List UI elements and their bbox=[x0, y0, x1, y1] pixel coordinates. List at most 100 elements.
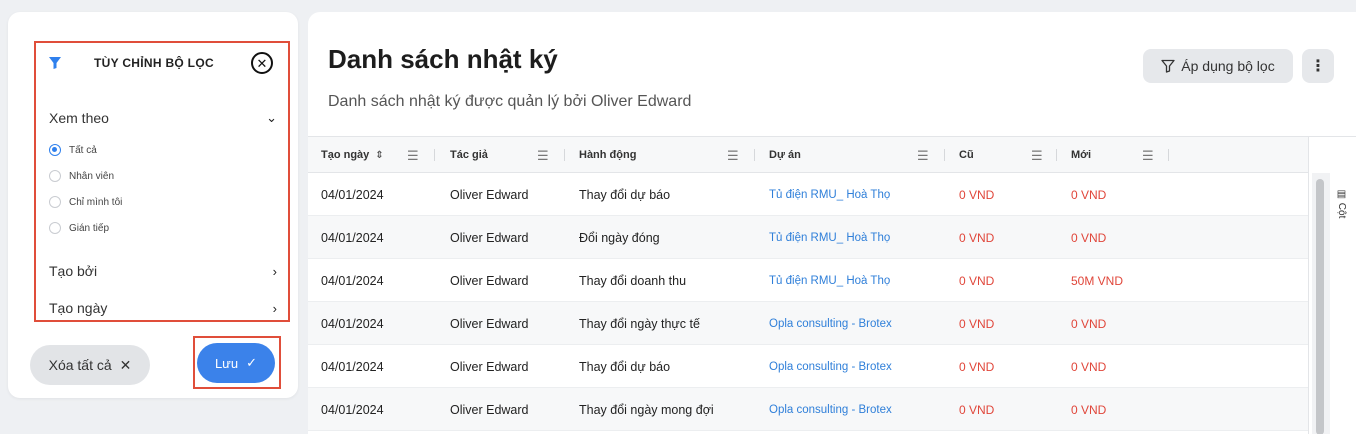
radio-label: Nhân viên bbox=[69, 170, 115, 182]
cell-action: Thay đổi doanh thu bbox=[579, 273, 687, 288]
cell-created-date: 04/01/2024 bbox=[321, 402, 384, 417]
apply-filter-label: Áp dụng bộ lọc bbox=[1181, 58, 1275, 74]
radio-label: Chỉ mình tôi bbox=[69, 196, 123, 208]
cell-author: Oliver Edward bbox=[450, 187, 529, 202]
column-separator bbox=[564, 149, 565, 161]
column-separator bbox=[944, 149, 945, 161]
created-date-section[interactable]: Tạo ngày › bbox=[49, 298, 277, 318]
column-menu-icon[interactable]: ☰ bbox=[727, 148, 739, 164]
column-menu-icon[interactable]: ☰ bbox=[1142, 148, 1154, 164]
scrollbar-thumb[interactable] bbox=[1316, 179, 1324, 434]
cell-old-value: 0 VND bbox=[959, 230, 995, 245]
table-row[interactable]: 04/01/2024 Oliver Edward Thay đổi ngày m… bbox=[308, 388, 1308, 431]
cell-old-value: 0 VND bbox=[959, 359, 995, 374]
radio-icon bbox=[49, 170, 61, 182]
cell-old-value: 0 VND bbox=[959, 273, 995, 288]
cell-project-link[interactable]: Tủ điện RMU_ Hoà Thọ bbox=[769, 216, 890, 259]
cell-project-link[interactable]: Tủ điện RMU_ Hoà Thọ bbox=[769, 173, 890, 216]
chevron-right-icon: › bbox=[272, 300, 277, 316]
cell-new-value: 0 VND bbox=[1071, 359, 1107, 374]
log-list-card: Danh sách nhật ký Danh sách nhật ký được… bbox=[308, 12, 1356, 434]
cell-project-link[interactable]: Opla consulting - Brotex bbox=[769, 302, 892, 345]
cell-action: Thay đổi ngày mong đợi bbox=[579, 402, 714, 417]
chevron-down-icon: ⌄ bbox=[266, 110, 277, 125]
column-menu-icon[interactable]: ☰ bbox=[1031, 148, 1043, 164]
radio-option-all[interactable]: Tất cả bbox=[49, 142, 97, 158]
column-separator bbox=[1168, 149, 1169, 161]
radio-selected-icon bbox=[49, 144, 61, 156]
cell-created-date: 04/01/2024 bbox=[321, 359, 384, 374]
cell-action: Thay đổi dự báo bbox=[579, 187, 671, 202]
radio-option-employee[interactable]: Nhân viên bbox=[49, 168, 114, 184]
columns-tab[interactable]: ▤ Cột bbox=[1336, 189, 1347, 218]
more-options-button[interactable]: ⋮ bbox=[1302, 49, 1334, 83]
created-by-section[interactable]: Tạo bởi › bbox=[49, 261, 277, 281]
column-header-label: Dự án bbox=[769, 149, 801, 161]
cell-author: Oliver Edward bbox=[450, 359, 529, 374]
column-header-new[interactable]: Mới bbox=[1071, 137, 1091, 173]
cell-created-date: 04/01/2024 bbox=[321, 273, 384, 288]
cell-new-value: 0 VND bbox=[1071, 187, 1107, 202]
table-row[interactable]: 04/01/2024 Oliver Edward Thay đổi doanh … bbox=[308, 259, 1308, 302]
column-header-label: Tạo ngày bbox=[321, 149, 370, 161]
cell-new-value: 0 VND bbox=[1071, 230, 1107, 245]
chevron-right-icon: › bbox=[272, 263, 277, 279]
table-row[interactable]: 04/01/2024 Oliver Edward Thay đổi ngày t… bbox=[308, 302, 1308, 345]
filter-icon bbox=[49, 57, 61, 69]
column-separator bbox=[434, 149, 435, 161]
column-header-action[interactable]: Hành động bbox=[579, 137, 636, 173]
cell-project-link[interactable]: Opla consulting - Brotex bbox=[769, 345, 892, 388]
radio-icon bbox=[49, 196, 61, 208]
radio-label: Gián tiếp bbox=[69, 222, 110, 234]
column-menu-icon[interactable]: ☰ bbox=[917, 148, 929, 164]
page-subtitle: Danh sách nhật ký được quản lý bởi Olive… bbox=[328, 93, 692, 110]
column-header-created-date[interactable]: Tạo ngày ⇕ bbox=[321, 137, 384, 173]
column-header-author[interactable]: Tác giả bbox=[450, 137, 488, 173]
column-header-label: Tác giả bbox=[450, 149, 488, 161]
filter-panel-header: TÙY CHỈNH BỘ LỌC ✕ bbox=[36, 43, 288, 87]
log-table: Tạo ngày ⇕ ☰ Tác giả ☰ Hành động ☰ Dự án… bbox=[308, 136, 1356, 434]
view-by-label: Xem theo bbox=[49, 110, 109, 126]
column-menu-icon[interactable]: ☰ bbox=[407, 148, 419, 164]
filter-options-box: TÙY CHỈNH BỘ LỌC ✕ Xem theo ⌄ Tất cả Nhâ… bbox=[34, 41, 290, 322]
cell-old-value: 0 VND bbox=[959, 187, 995, 202]
radio-option-only-me[interactable]: Chỉ mình tôi bbox=[49, 194, 122, 210]
clear-all-label: Xóa tất cả bbox=[48, 357, 112, 373]
column-header-old[interactable]: Cũ bbox=[959, 137, 974, 173]
column-menu-icon[interactable]: ☰ bbox=[537, 148, 549, 164]
column-header-project[interactable]: Dự án bbox=[769, 137, 801, 173]
clear-all-button[interactable]: Xóa tất cả ✕ bbox=[30, 345, 150, 385]
radio-option-indirect[interactable]: Gián tiếp bbox=[49, 220, 109, 236]
page-title: Danh sách nhật ký bbox=[328, 44, 558, 74]
cell-author: Oliver Edward bbox=[450, 316, 529, 331]
sort-icon[interactable]: ⇕ bbox=[375, 150, 383, 161]
view-by-section[interactable]: Xem theo ⌄ bbox=[49, 108, 277, 128]
save-button[interactable]: Lưu ✓ bbox=[197, 343, 275, 383]
filter-panel-title: TÙY CHỈNH BỘ LỌC bbox=[94, 56, 214, 70]
column-header-label: Cũ bbox=[959, 149, 974, 161]
column-header-label: Mới bbox=[1071, 149, 1092, 161]
filter-outline-icon bbox=[1161, 59, 1175, 73]
cell-old-value: 0 VND bbox=[959, 316, 995, 331]
radio-label: Tất cả bbox=[69, 144, 97, 156]
apply-filter-button[interactable]: Áp dụng bộ lọc bbox=[1143, 49, 1293, 83]
cell-author: Oliver Edward bbox=[450, 273, 529, 288]
cell-action: Đổi ngày đóng bbox=[579, 230, 660, 245]
cell-created-date: 04/01/2024 bbox=[321, 187, 384, 202]
cell-author: Oliver Edward bbox=[450, 230, 529, 245]
close-icon[interactable]: ✕ bbox=[251, 52, 273, 74]
cell-new-value: 0 VND bbox=[1071, 402, 1107, 417]
table-row[interactable]: 04/01/2024 Oliver Edward Thay đổi dự báo… bbox=[308, 173, 1308, 216]
cell-project-link[interactable]: Tủ điện RMU_ Hoà Thọ bbox=[769, 259, 890, 302]
cell-created-date: 04/01/2024 bbox=[321, 230, 384, 245]
columns-icon: ▤ bbox=[1336, 189, 1347, 203]
column-separator bbox=[1056, 149, 1057, 161]
cell-action: Thay đổi ngày thực tế bbox=[579, 316, 700, 331]
table-row[interactable]: 04/01/2024 Oliver Edward Thay đổi dự báo… bbox=[308, 345, 1308, 388]
cell-author: Oliver Edward bbox=[450, 402, 529, 417]
close-icon: ✕ bbox=[119, 356, 132, 373]
cell-project-link[interactable]: Opla consulting - Brotex bbox=[769, 388, 892, 431]
table-row[interactable]: 04/01/2024 Oliver Edward Đổi ngày đóng T… bbox=[308, 216, 1308, 259]
column-separator bbox=[754, 149, 755, 161]
column-header-label: Hành động bbox=[579, 149, 637, 161]
